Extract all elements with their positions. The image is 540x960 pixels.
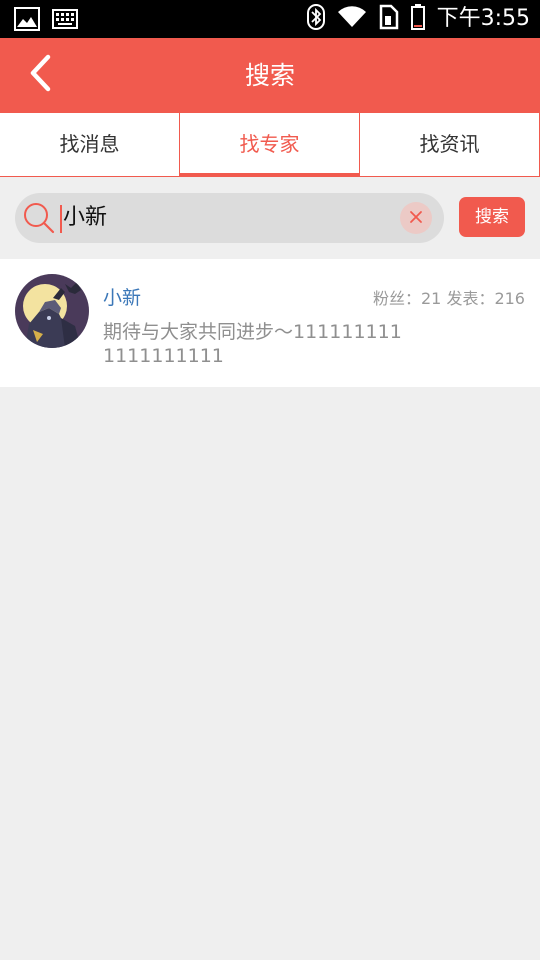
status-time: 下午3:55 xyxy=(436,6,530,31)
avatar[interactable] xyxy=(15,274,89,348)
wifi-icon xyxy=(337,6,367,32)
search-field xyxy=(15,193,444,243)
chevron-left-icon xyxy=(28,54,52,96)
back-button[interactable] xyxy=(18,52,62,98)
page-title: 搜索 xyxy=(244,61,295,90)
result-stats: 粉丝：21 发表：216 xyxy=(373,289,525,308)
sim-icon xyxy=(379,4,399,34)
status-bar: 下午3:55 xyxy=(0,0,540,38)
search-icon xyxy=(23,202,55,234)
list-item[interactable]: 小新 粉丝：21 发表：216 期待与大家共同进步～11111111111111… xyxy=(0,259,540,387)
search-input[interactable] xyxy=(63,198,393,238)
text-cursor xyxy=(60,205,62,233)
search-button[interactable]: 搜索 xyxy=(459,197,525,237)
result-description: 期待与大家共同进步～1111111111111111111 xyxy=(103,321,402,367)
header-bar: 搜索 xyxy=(0,38,540,113)
clear-search-button[interactable] xyxy=(400,202,432,234)
tab-bar: 找消息 找专家 找资讯 xyxy=(0,113,540,177)
tab-find-news[interactable]: 找资讯 xyxy=(359,113,540,176)
battery-icon xyxy=(410,4,425,34)
keyboard-icon xyxy=(52,9,78,33)
result-name-link[interactable]: 小新 xyxy=(103,285,141,311)
tab-find-messages[interactable]: 找消息 xyxy=(0,113,180,176)
close-icon xyxy=(409,209,423,228)
bluetooth-icon xyxy=(306,4,325,34)
tab-find-experts[interactable]: 找专家 xyxy=(179,113,360,177)
image-icon xyxy=(14,7,40,35)
search-bar: 搜索 xyxy=(0,178,540,258)
